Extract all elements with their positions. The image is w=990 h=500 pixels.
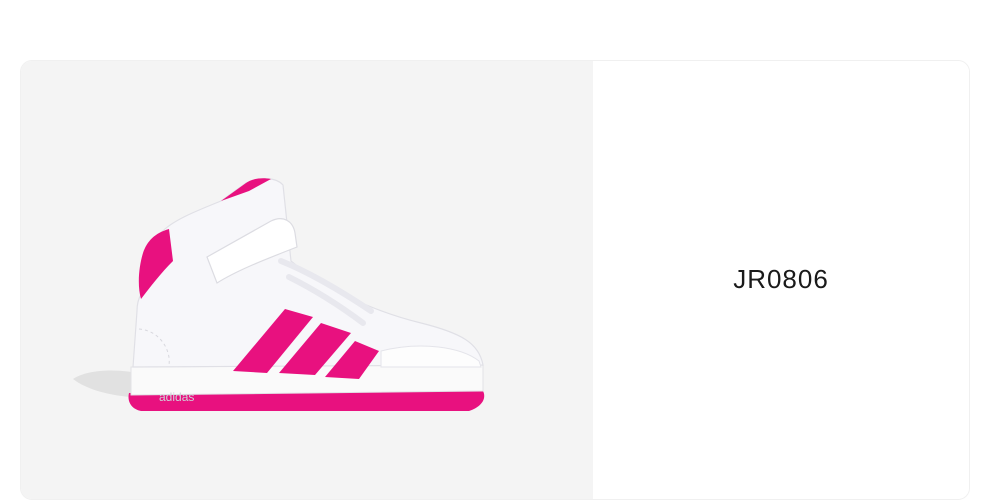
product-card[interactable]: adidas JR0806 (20, 60, 970, 500)
product-info: JR0806 (593, 61, 969, 499)
product-sku: JR0806 (733, 263, 829, 294)
product-image[interactable]: adidas (21, 61, 593, 499)
svg-text:adidas: adidas (159, 390, 194, 404)
sneaker-icon: adidas (73, 178, 485, 411)
